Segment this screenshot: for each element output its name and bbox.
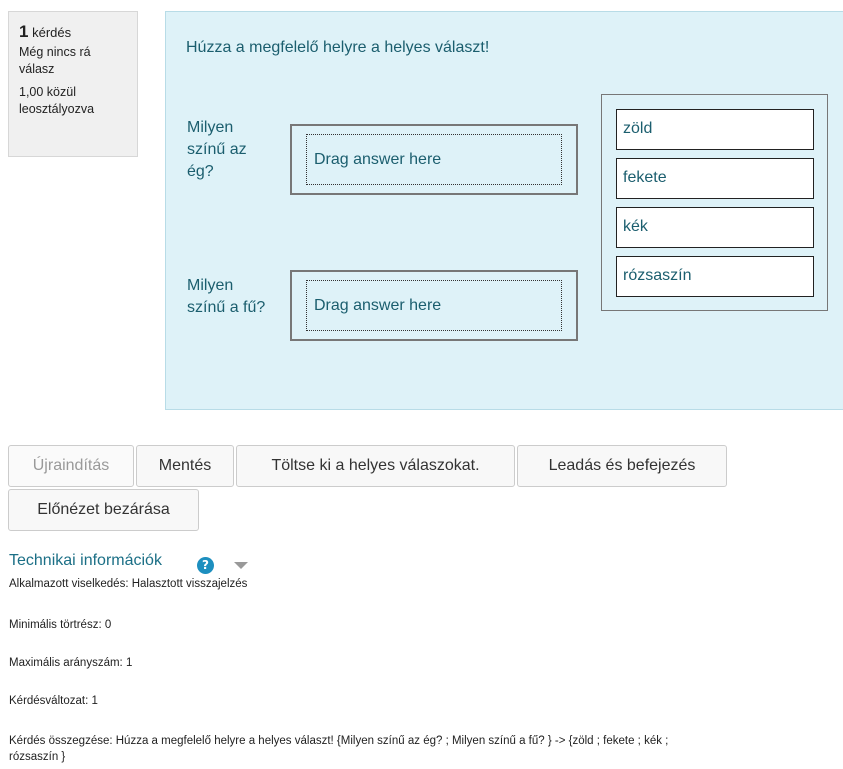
- question-content: Húzza a megfelelő helyre a helyes válasz…: [165, 11, 843, 410]
- fill-correct-button[interactable]: Töltse ki a helyes válaszokat.: [236, 445, 515, 487]
- save-button[interactable]: Mentés: [136, 445, 234, 487]
- close-preview-button[interactable]: Előnézet bezárása: [8, 489, 199, 531]
- technical-info-title[interactable]: Technikai információk: [9, 552, 162, 570]
- drop-zone-sky[interactable]: Drag answer here: [290, 124, 578, 195]
- tech-behaviour: Alkalmazott viselkedés: Halasztott vissz…: [9, 578, 248, 590]
- question-circle-icon[interactable]: ?: [197, 557, 214, 574]
- choice-pool: zöld fekete kék rózsaszín: [601, 94, 828, 311]
- drop-zone-placeholder[interactable]: Drag answer here: [306, 134, 562, 185]
- drop-zone-grass[interactable]: Drag answer here: [290, 270, 578, 341]
- question-info: 1 kérdés Még nincs rá válasz 1,00 közül …: [8, 11, 138, 157]
- question-prompt: Húzza a megfelelő helyre a helyes válasz…: [186, 39, 490, 56]
- restart-button[interactable]: Újraindítás: [8, 445, 134, 487]
- submit-finish-button[interactable]: Leadás és befejezés: [517, 445, 727, 487]
- choice-item-rozsaszin[interactable]: rózsaszín: [616, 256, 814, 297]
- caret-down-icon[interactable]: [234, 562, 248, 569]
- drop-zone-placeholder[interactable]: Drag answer here: [306, 280, 562, 331]
- question-label-grass: Milyen színű a fű?: [187, 277, 266, 316]
- question-label-sky: Milyen színű az ég?: [187, 119, 247, 180]
- answer-status: Még nincs rá válasz: [19, 45, 91, 76]
- tech-max-mark: Maximális arányszám: 1: [9, 657, 133, 669]
- choice-item-zold[interactable]: zöld: [616, 109, 814, 150]
- choice-item-kek[interactable]: kék: [616, 207, 814, 248]
- question-number: 1 kérdés: [19, 22, 72, 41]
- choice-item-fekete[interactable]: fekete: [616, 158, 814, 199]
- grade-info: 1,00 közül leosztályozva: [19, 85, 95, 116]
- tech-variant: Kérdésváltozat: 1: [9, 695, 98, 707]
- tech-min-fraction: Minimális törtrész: 0: [9, 619, 112, 631]
- tech-summary: Kérdés összegzése: Húzza a megfelelő hel…: [9, 735, 669, 763]
